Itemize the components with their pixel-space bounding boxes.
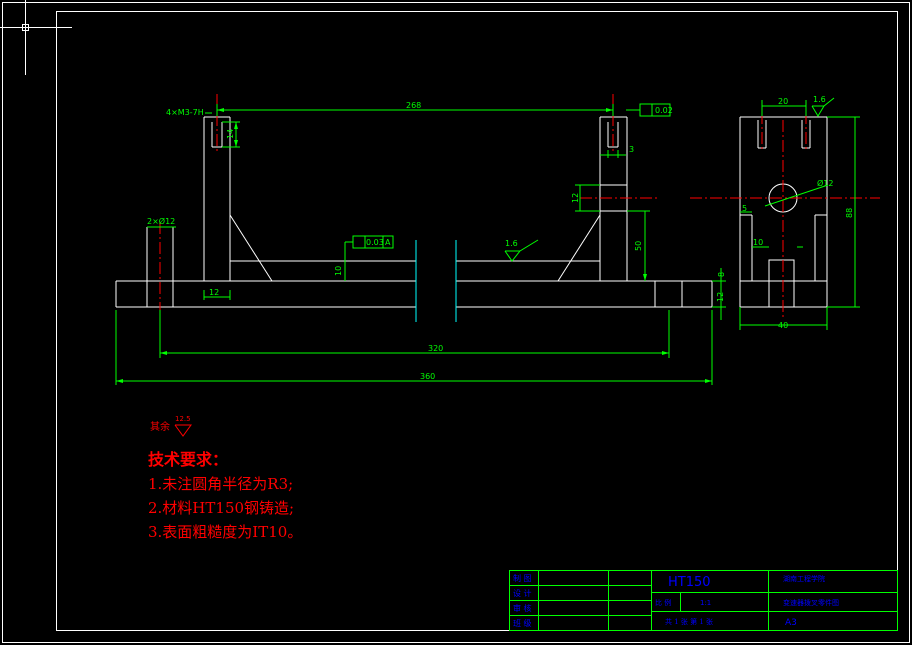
tolerance-value: 0.02 bbox=[655, 106, 673, 115]
scale-value: 1:1 bbox=[700, 599, 711, 607]
sheet-size: A3 bbox=[785, 618, 797, 628]
dim-50: 50 bbox=[634, 241, 643, 251]
rest-roughness-value: 12.5 bbox=[175, 415, 191, 423]
front-view-outline bbox=[115, 116, 713, 308]
note-item-1: 1.未注圆角半径为R3; bbox=[148, 475, 293, 493]
sheet-count: 共 1 张 第 1 张 bbox=[665, 617, 713, 626]
drawing-name: 变速器拨叉零件图 bbox=[783, 598, 839, 607]
side-dim-5: 5 bbox=[742, 204, 747, 213]
note-item-2: 2.材料HT150钢铸造; bbox=[148, 499, 294, 517]
dim-8: 8 bbox=[717, 272, 726, 277]
dim-320: 320 bbox=[428, 344, 443, 353]
rest-roughness-label: 其余 bbox=[150, 420, 170, 433]
dim-12-bottom: 12 bbox=[209, 288, 219, 297]
datum-letter: A bbox=[385, 238, 391, 247]
notes-title: 技术要求： bbox=[148, 450, 228, 469]
row-check: 审 核 bbox=[513, 603, 532, 613]
dim-14: 14 bbox=[226, 129, 235, 139]
section-break-lines bbox=[415, 240, 457, 322]
side-bore: Ø12 bbox=[817, 178, 833, 188]
side-dim-88: 88 bbox=[845, 208, 854, 218]
scale-label: 比 例 bbox=[655, 598, 671, 607]
front-dimension-arrows bbox=[116, 108, 712, 383]
dim-10: 10 bbox=[334, 266, 343, 276]
note-item-3: 3.表面粗糙度为IT10。 bbox=[148, 523, 302, 541]
title-block: 制 图 设 计 审 核 班 级 HT150 湖南工程学院 比 例 1:1 变速器… bbox=[509, 570, 898, 631]
side-dim-20: 20 bbox=[778, 97, 788, 106]
front-dimension-texts: 4×M3-7H 268 0.02 3 320 360 12 2×Ø12 0.03… bbox=[147, 101, 726, 381]
front-view: 4×M3-7H 268 0.02 3 320 360 12 2×Ø12 0.03… bbox=[115, 94, 726, 385]
hole-callout: 4×M3-7H bbox=[166, 108, 204, 117]
roughness-value: 1.6 bbox=[505, 239, 518, 248]
row-draw: 制 图 bbox=[513, 573, 532, 583]
dim-360: 360 bbox=[420, 372, 435, 381]
school-name: 湖南工程学院 bbox=[783, 574, 825, 583]
pin-callout: 2×Ø12 bbox=[147, 216, 175, 226]
dim-268: 268 bbox=[406, 101, 421, 110]
side-dimension-texts: 20 1.6 88 Ø12 5 10 40 bbox=[742, 95, 854, 330]
technical-notes: 其余 12.5 技术要求： 1.未注圆角半径为R3; 2.材料HT150钢铸造;… bbox=[148, 415, 302, 541]
side-roughness: 1.6 bbox=[813, 95, 826, 104]
material: HT150 bbox=[668, 575, 711, 590]
dim-12-right: 12 bbox=[571, 193, 580, 203]
outer-border bbox=[2, 2, 910, 643]
dim-12-side: 12 bbox=[716, 292, 725, 302]
row-class: 班 级 bbox=[513, 618, 532, 628]
flatness-value: 0.03 bbox=[366, 238, 384, 247]
side-dim-10: 10 bbox=[753, 238, 763, 247]
cad-drawing: 4×M3-7H 268 0.02 3 320 360 12 2×Ø12 0.03… bbox=[0, 0, 910, 643]
dim-3: 3 bbox=[629, 145, 634, 154]
row-design: 设 计 bbox=[513, 588, 532, 598]
side-dim-40: 40 bbox=[778, 321, 788, 330]
roughness-icon bbox=[174, 424, 192, 437]
